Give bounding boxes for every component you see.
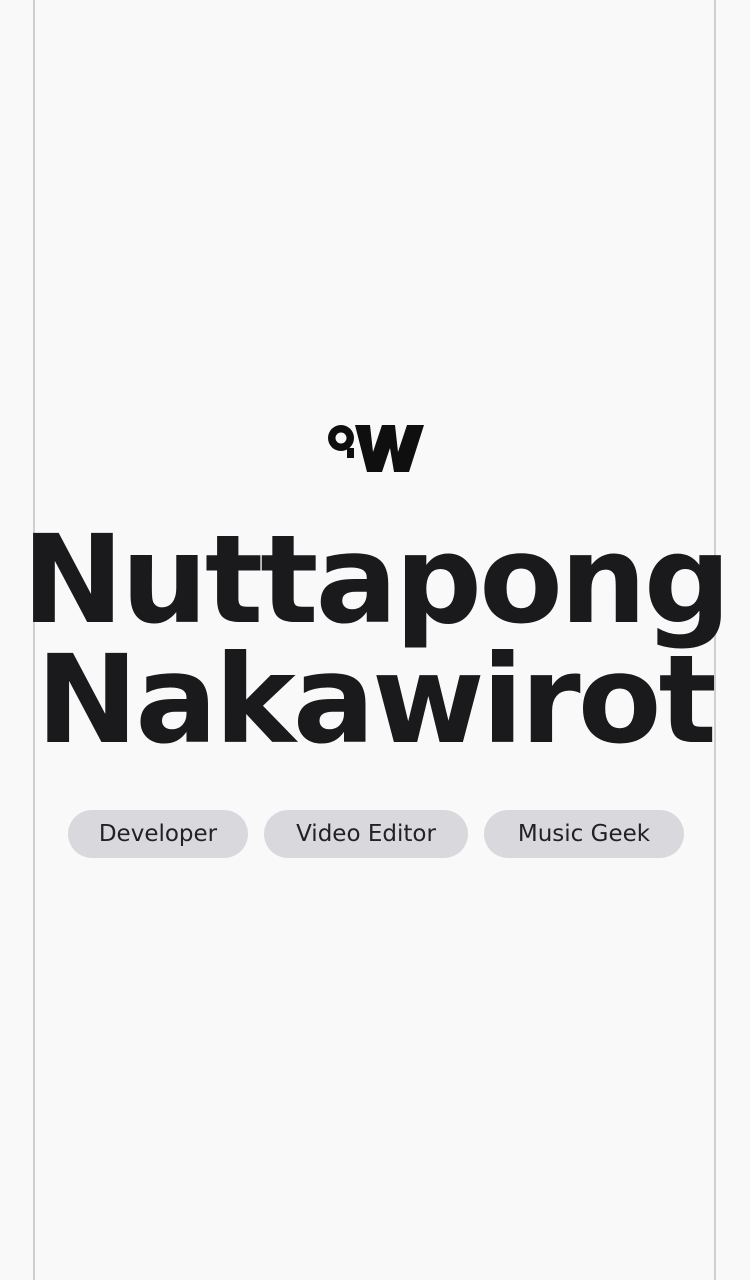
name-first-line: Nuttapong [21, 509, 731, 651]
tag-music-geek[interactable]: Music Geek [484, 810, 684, 858]
ow-monogram-icon[interactable] [327, 422, 425, 474]
role-tags: Developer Video Editor Music Geek [0, 810, 750, 858]
name-last-line: Nakawirot [36, 629, 717, 771]
hero-section: Nuttapong Nakawirot Developer Video Edit… [0, 0, 750, 1280]
tag-developer[interactable]: Developer [68, 810, 248, 858]
tag-video-editor[interactable]: Video Editor [264, 810, 468, 858]
